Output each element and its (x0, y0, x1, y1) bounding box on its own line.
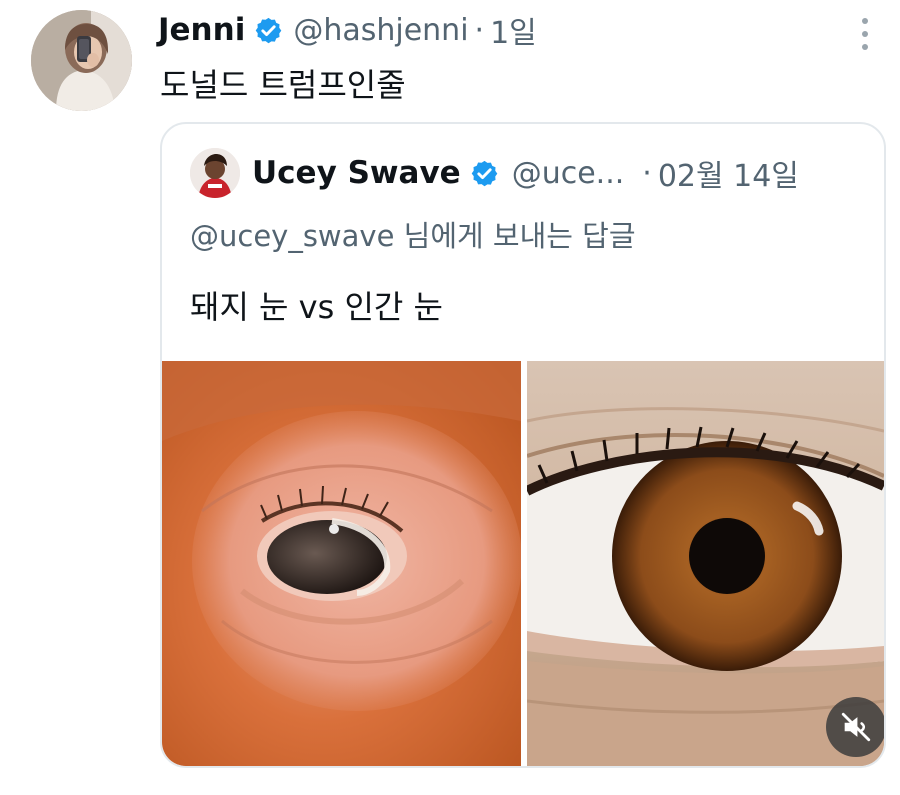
quoted-tweet-card[interactable]: Ucey Swave @uce... · 02월 14일 @ucey_swave… (160, 122, 886, 768)
more-vertical-icon[interactable] (850, 14, 880, 54)
tweet-header: Jenni @hashjenni · 1일 (158, 8, 537, 52)
verified-badge-icon (254, 16, 283, 45)
author-name[interactable]: Jenni (158, 12, 245, 48)
muted-speaker-icon[interactable] (826, 697, 884, 757)
profile-photo-icon (31, 10, 132, 111)
author-handle[interactable]: @hashjenni (293, 13, 468, 48)
profile-photo-icon (190, 148, 240, 198)
reply-to-line: @ucey_swave 님에게 보내는 답글 (190, 219, 636, 253)
pig-eye-photo[interactable] (162, 361, 521, 766)
media-grid (162, 361, 884, 766)
quoted-author-handle[interactable]: @uce... (512, 156, 625, 191)
quoted-tweet-header: Ucey Swave @uce... · 02월 14일 (190, 148, 799, 198)
author-avatar[interactable] (31, 10, 132, 111)
quoted-tweet-text: 돼지 눈 vs 인간 눈 (190, 288, 443, 326)
tweet-timestamp[interactable]: 1일 (490, 8, 537, 52)
quoted-tweet-timestamp[interactable]: 02월 14일 (658, 151, 799, 195)
separator-dot: · (642, 155, 652, 191)
quoted-author-name[interactable]: Ucey Swave (252, 155, 461, 191)
human-eye-photo[interactable] (527, 361, 884, 766)
tweet-text: 도널드 트럼프인줄 (160, 66, 406, 104)
verified-badge-icon (470, 159, 499, 188)
quoted-author-avatar[interactable] (190, 148, 240, 198)
separator-dot: · (474, 12, 485, 48)
